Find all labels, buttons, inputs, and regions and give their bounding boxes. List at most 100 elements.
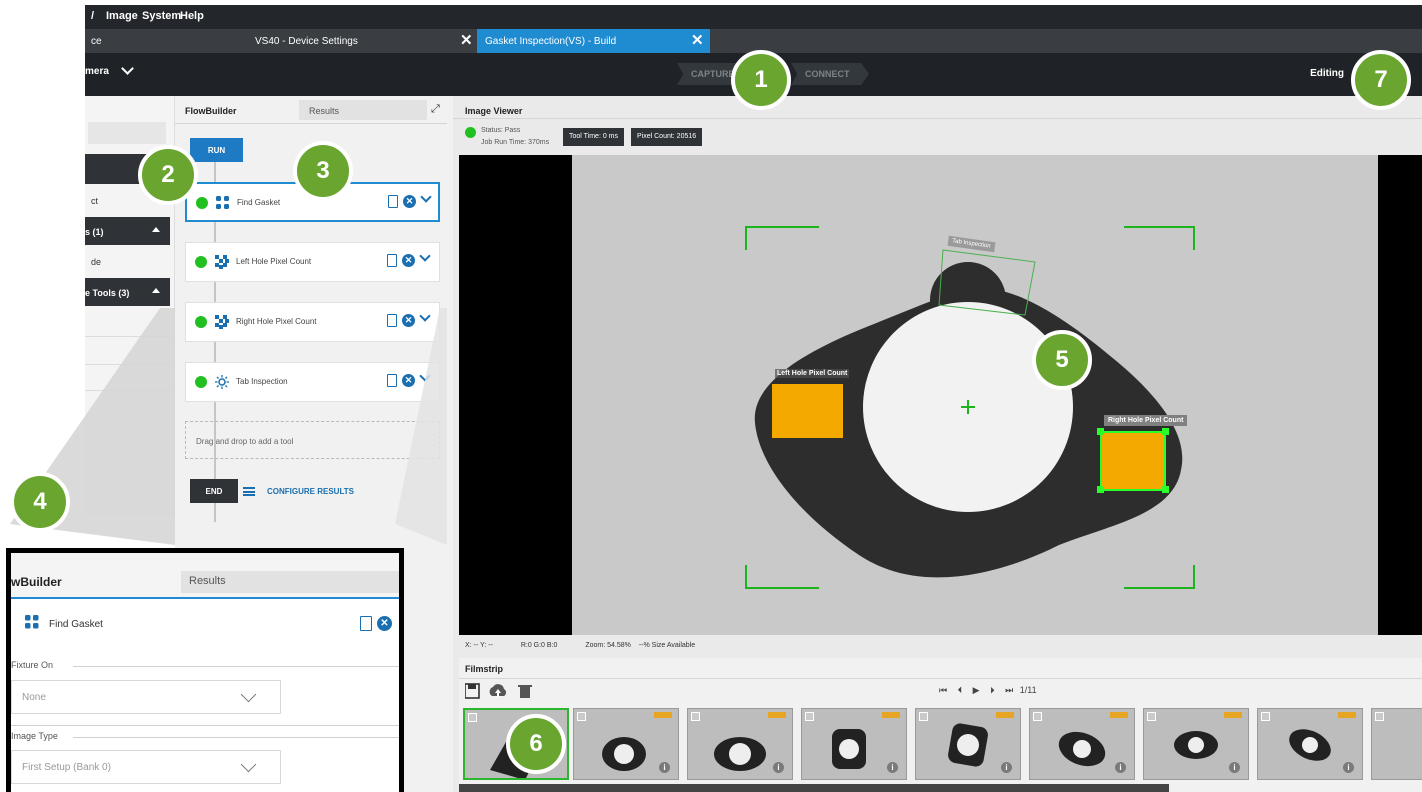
remove-icon[interactable]: ✕ bbox=[402, 314, 415, 327]
divider bbox=[73, 666, 399, 667]
collapse-icon bbox=[152, 227, 160, 232]
right-hole-roi[interactable] bbox=[1100, 431, 1166, 491]
chevron-down-icon[interactable] bbox=[419, 250, 431, 262]
end-button[interactable]: END bbox=[190, 479, 238, 503]
filmstrip-thumb[interactable]: i bbox=[801, 708, 907, 780]
tab-label: ce bbox=[91, 36, 102, 47]
close-icon[interactable]: ✕ bbox=[460, 31, 473, 49]
filmstrip-scrollbar[interactable] bbox=[459, 784, 1169, 792]
tool-card-left-hole[interactable]: Left Hole Pixel Count ✕ bbox=[185, 242, 440, 282]
filmstrip-thumb[interactable] bbox=[1371, 708, 1422, 780]
roi-handle[interactable] bbox=[1162, 486, 1169, 493]
tab-device-settings[interactable]: VS40 - Device Settings ✕ bbox=[243, 29, 477, 53]
tab-flowbuilder[interactable]: FlowBuilder bbox=[185, 106, 237, 116]
tab-gasket-build[interactable]: Gasket Inspection(VS) - Build ✕ bbox=[477, 29, 710, 53]
tool-time-chip: Tool Time: 0 ms bbox=[563, 128, 625, 146]
status-value: Pass bbox=[504, 127, 521, 134]
chevron-down-icon bbox=[240, 756, 257, 773]
info-icon[interactable]: i bbox=[1229, 762, 1240, 773]
tool-name: Find Gasket bbox=[49, 619, 103, 630]
filmstrip-thumb[interactable]: i bbox=[1143, 708, 1249, 780]
flowbuilder-tabs: FlowBuilder Results ⤢ bbox=[175, 96, 447, 124]
first-frame-icon[interactable]: ⏮ bbox=[939, 685, 947, 695]
checker-icon bbox=[215, 315, 229, 329]
run-button[interactable]: RUN bbox=[190, 138, 243, 162]
inspection-image[interactable]: Tab Inspection Left Hole Pixel Count Rig… bbox=[459, 155, 1422, 635]
remove-icon[interactable]: ✕ bbox=[403, 195, 416, 208]
select-value: First Setup (Bank 0) bbox=[22, 762, 111, 773]
document-icon[interactable] bbox=[387, 374, 397, 387]
list-icon bbox=[243, 487, 255, 496]
play-icon[interactable]: ▶ bbox=[973, 685, 980, 695]
job-run-label: Job Run Time: bbox=[481, 139, 527, 146]
menu-system[interactable]: System bbox=[142, 10, 181, 22]
expand-icon[interactable]: ⤢ bbox=[431, 103, 440, 116]
info-icon[interactable]: i bbox=[887, 762, 898, 773]
thumb-checkbox[interactable] bbox=[1375, 712, 1384, 721]
step-label: CAPTURE bbox=[691, 69, 735, 79]
trash-icon[interactable] bbox=[518, 685, 532, 698]
close-icon[interactable]: ✕ bbox=[691, 31, 704, 49]
upload-cloud-icon[interactable] bbox=[489, 684, 507, 697]
roi-handle[interactable] bbox=[1097, 428, 1104, 435]
document-icon[interactable] bbox=[388, 195, 398, 208]
prev-frame-icon[interactable]: ⏴ bbox=[958, 685, 963, 695]
document-icon[interactable] bbox=[387, 314, 397, 327]
callout-number-5: 5 bbox=[1032, 330, 1092, 390]
menu-help[interactable]: Help bbox=[180, 10, 204, 22]
tab-device[interactable]: ce bbox=[91, 29, 241, 53]
toolbox-item[interactable]: ct bbox=[91, 196, 98, 206]
info-icon[interactable]: i bbox=[1115, 762, 1126, 773]
remove-icon[interactable]: ✕ bbox=[402, 374, 415, 387]
toolbox-search-input[interactable] bbox=[88, 122, 166, 144]
viewer-status-bar: X: -- Y: -- R:0 G:0 B:0 Zoom: 54.58% --%… bbox=[465, 642, 695, 649]
image-type-select[interactable]: First Setup (Bank 0) bbox=[11, 750, 281, 784]
chevron-down-icon[interactable] bbox=[419, 310, 431, 322]
configure-results-link[interactable]: CONFIGURE RESULTS bbox=[243, 487, 354, 496]
document-icon[interactable] bbox=[387, 254, 397, 267]
info-icon[interactable]: i bbox=[659, 762, 670, 773]
document-icon[interactable] bbox=[360, 616, 372, 631]
filmstrip-thumb[interactable]: i bbox=[687, 708, 793, 780]
roi-handle[interactable] bbox=[1097, 486, 1104, 493]
toolbox-item[interactable]: de bbox=[91, 257, 101, 267]
save-icon[interactable] bbox=[464, 683, 480, 699]
tab-flowbuilder[interactable]: wBuilder bbox=[11, 575, 62, 589]
last-frame-icon[interactable]: ⏭ bbox=[1005, 685, 1013, 695]
info-icon[interactable]: i bbox=[1343, 762, 1354, 773]
menu-image[interactable]: Image bbox=[106, 10, 138, 22]
tab-results[interactable]: Results bbox=[181, 571, 399, 593]
tool-card-tab-inspection[interactable]: Tab Inspection ✕ bbox=[185, 362, 440, 402]
remove-icon[interactable]: ✕ bbox=[377, 616, 392, 631]
callout-number-3: 3 bbox=[293, 141, 353, 201]
toolbox-group-inspection[interactable]: e Tools (3) bbox=[85, 278, 170, 306]
tab-results[interactable]: Results bbox=[299, 100, 427, 120]
fixture-select[interactable]: None bbox=[11, 680, 281, 714]
divider bbox=[11, 725, 399, 726]
filmstrip-thumb[interactable]: i bbox=[573, 708, 679, 780]
cursor-xy: X: -- Y: -- bbox=[465, 642, 493, 649]
filmstrip-thumb[interactable]: i bbox=[1029, 708, 1135, 780]
filmstrip-thumb[interactable]: i bbox=[1257, 708, 1363, 780]
collapse-icon bbox=[152, 288, 160, 293]
pattern-icon bbox=[216, 196, 229, 209]
chevron-down-icon[interactable] bbox=[419, 370, 431, 382]
remove-icon[interactable]: ✕ bbox=[402, 254, 415, 267]
next-frame-icon[interactable]: ⏵ bbox=[990, 685, 995, 695]
chevron-down-icon[interactable] bbox=[420, 191, 432, 203]
job-run-value: 370ms bbox=[528, 139, 550, 146]
tool-card-right-hole[interactable]: Right Hole Pixel Count ✕ bbox=[185, 302, 440, 342]
tab-label: Gasket Inspection(VS) - Build bbox=[485, 36, 617, 47]
playback-controls: ⏮ ⏴ ▶ ⏵ ⏭ 1/11 bbox=[939, 685, 1037, 696]
roi-handle[interactable] bbox=[1162, 428, 1169, 435]
callout-number-7: 7 bbox=[1351, 50, 1411, 110]
left-hole-roi[interactable] bbox=[772, 384, 843, 438]
overlay-label-right: Right Hole Pixel Count bbox=[1104, 415, 1188, 426]
filmstrip-thumb[interactable]: i bbox=[915, 708, 1021, 780]
tool-card-find-gasket[interactable]: Find Gasket ✕ bbox=[11, 599, 399, 643]
toolbox-group-locate[interactable]: s (1) bbox=[85, 217, 170, 245]
info-icon[interactable]: i bbox=[1001, 762, 1012, 773]
info-icon[interactable]: i bbox=[773, 762, 784, 773]
step-connect[interactable]: CONNECT bbox=[791, 63, 869, 85]
tool-dropzone[interactable]: Drag and drop to add a tool bbox=[185, 421, 440, 459]
